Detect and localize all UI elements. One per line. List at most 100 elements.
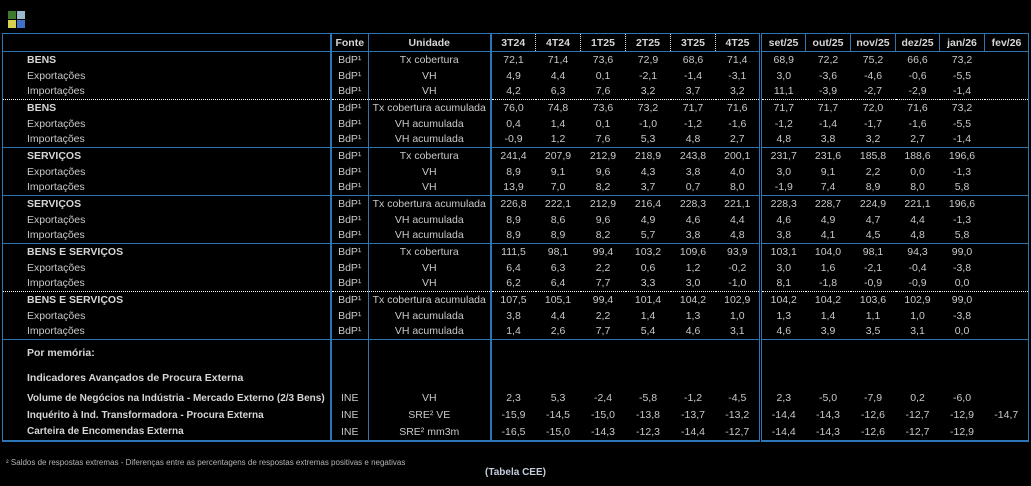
month-value-cell: 5,8 [940,180,985,196]
month-value-cell: 231,7 [761,148,806,164]
month-value-cell [940,366,985,390]
quarter-value-cell: 5,3 [626,132,671,148]
quarter-value-cell: 9,6 [581,212,626,228]
row-label: SERVIÇOS [3,148,331,164]
month-value-cell: 231,6 [806,148,851,164]
month-value-cell: -1,2 [761,116,806,132]
month-value-cell: 68,9 [761,52,806,68]
month-value-cell [985,212,1029,228]
month-value-cell: 3,9 [806,324,851,340]
quarter-value-cell [671,340,716,366]
quarter-value-cell: -13,8 [626,407,671,424]
source-cell: INE [331,424,369,441]
table-row: ImportaçõesBdP¹VH acumulada-0,91,27,65,3… [3,132,1029,148]
month-value-cell [985,164,1029,180]
quarter-value-cell: 4,6 [671,212,716,228]
quarter-value-cell: 4,8 [716,228,761,244]
month-value-cell: 73,2 [940,100,985,116]
quarter-value-cell: 4,4 [716,212,761,228]
month-value-cell: 99,0 [940,292,985,308]
month-value-cell: 3,5 [851,324,896,340]
row-label: Importações [3,228,331,244]
quarter-value-cell: 103,2 [626,244,671,260]
quarter-value-cell: 228,3 [671,196,716,212]
source-cell: BdP¹ [331,276,369,292]
month-value-cell: 5,8 [940,228,985,244]
source-cell: BdP¹ [331,212,369,228]
month-value-cell: 71,7 [761,100,806,116]
month-value-cell: 185,8 [851,148,896,164]
month-value-cell: 228,3 [761,196,806,212]
month-value-cell: 9,1 [806,164,851,180]
quarter-value-cell: -0,9 [491,132,536,148]
quarter-value-cell: -1,4 [671,68,716,84]
month-value-cell: -7,9 [851,390,896,407]
month-value-cell [985,308,1029,324]
icon-quadrant [8,11,16,19]
quarter-value-cell: -14,5 [536,407,581,424]
quarter-value-cell: 98,1 [536,244,581,260]
month-value-cell [985,196,1029,212]
month-value-cell: 103,1 [761,244,806,260]
month-value-cell [985,52,1029,68]
quarter-value-cell: 4,6 [671,324,716,340]
quarter-value-cell: 72,1 [491,52,536,68]
month-value-cell: 73,2 [940,52,985,68]
source-cell: BdP¹ [331,244,369,260]
fonte-column-header: Fonte [331,34,369,52]
month-value-cell: -5,5 [940,68,985,84]
month-value-cell: 3,2 [851,132,896,148]
quarter-value-cell: 1,3 [671,308,716,324]
month-value-cell: 98,1 [851,244,896,260]
month-value-cell: -0,6 [896,68,940,84]
quarter-value-cell: 71,4 [716,52,761,68]
quarter-value-cell: 71,4 [536,52,581,68]
icon-quadrant [17,11,25,19]
month-value-cell: 3,8 [806,132,851,148]
quarter-value-cell: 71,7 [671,100,716,116]
quarter-value-cell: 6,2 [491,276,536,292]
source-cell: BdP¹ [331,260,369,276]
unidade-column-header: Unidade [369,34,491,52]
month-value-cell: -14,4 [761,407,806,424]
month-value-cell: 8,0 [896,180,940,196]
source-cell: BdP¹ [331,164,369,180]
quarter-value-cell: -1,2 [671,116,716,132]
table-row: Por memória: [3,340,1029,366]
source-cell: INE [331,390,369,407]
quarter-value-cell: 2,2 [581,260,626,276]
quarter-value-cell [536,340,581,366]
quarter-value-cell: -15,0 [581,407,626,424]
month-value-cell: 71,6 [896,100,940,116]
table-row: Indicadores Avançados de Procura Externa [3,366,1029,390]
quarter-value-cell: 3,8 [671,164,716,180]
table-row: BENS E SERVIÇOSBdP¹Tx cobertura111,598,1… [3,244,1029,260]
month-column-header: fev/26 [985,34,1029,52]
month-value-cell: -5,0 [806,390,851,407]
corner-header-cell [3,34,331,52]
quarter-value-cell: 9,6 [581,164,626,180]
month-value-cell: 103,6 [851,292,896,308]
quarter-value-cell: -3,1 [716,68,761,84]
month-value-cell: -1,4 [940,132,985,148]
month-value-cell: 102,9 [896,292,940,308]
quarter-value-cell [626,340,671,366]
month-value-cell [985,424,1029,441]
quarter-value-cell: 2,2 [581,308,626,324]
quarter-value-cell: 1,2 [671,260,716,276]
source-cell: BdP¹ [331,228,369,244]
month-value-cell [985,100,1029,116]
month-value-cell: -3,9 [806,84,851,100]
month-value-cell [985,292,1029,308]
header-row: FonteUnidade3T244T241T252T253T254T25set/… [3,34,1029,52]
source-cell: BdP¹ [331,132,369,148]
quarter-value-cell: 2,3 [491,390,536,407]
external-trade-table: FonteUnidade3T244T241T252T253T254T25set/… [2,33,1029,442]
month-value-cell: 94,3 [896,244,940,260]
unit-cell: VH acumulada [369,116,491,132]
table-grid-icon [8,11,25,28]
quarter-value-cell: 73,6 [581,100,626,116]
table-row: ExportaçõesBdP¹VH4,94,40,1-2,1-1,4-3,13,… [3,68,1029,84]
quarter-value-cell: -14,3 [581,424,626,441]
month-value-cell: -12,7 [896,424,940,441]
